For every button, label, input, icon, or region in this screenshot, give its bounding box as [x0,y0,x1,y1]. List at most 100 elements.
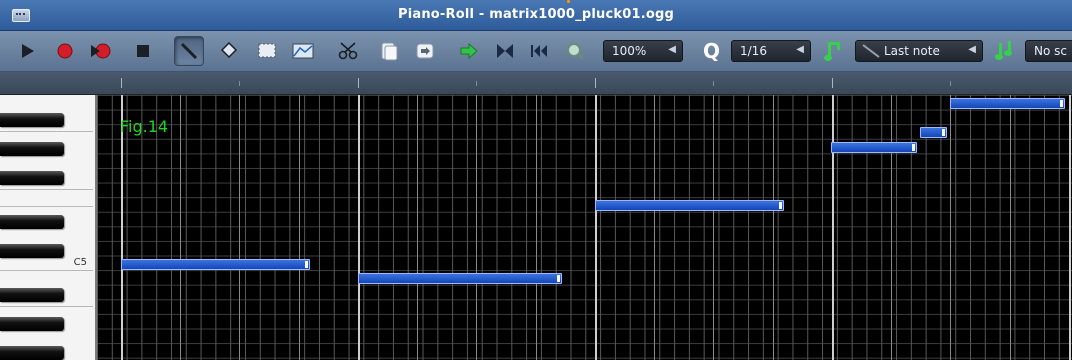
beat-line [536,95,537,360]
ruler-tick [595,78,596,88]
pencil-small-icon [862,44,880,58]
quantize-select[interactable]: 1/16 ◀ [731,40,811,62]
stop-icon [137,45,149,57]
midi-note[interactable] [831,141,918,153]
rewind-button[interactable] [524,36,554,66]
record-while-playing-icon [91,43,111,59]
scale-button[interactable] [990,36,1020,66]
record-button[interactable] [50,36,80,66]
black-key[interactable] [0,346,64,360]
copy-button[interactable] [374,36,404,66]
ruler-tick [713,81,714,86]
cut-button[interactable] [334,36,364,66]
quantize-button[interactable]: Q [697,36,727,66]
copy-icon [381,42,398,61]
note-resize-handle[interactable] [305,260,309,268]
svg-text:Q: Q [703,40,720,62]
note-resize-handle[interactable] [912,143,916,151]
black-key[interactable] [0,113,64,127]
paste-button[interactable] [410,36,440,66]
note-resize-handle[interactable] [556,275,560,283]
bar-line [832,95,834,360]
black-key[interactable] [0,288,64,302]
beat-line [239,95,240,360]
note-grid[interactable]: Fig.14 [97,95,1072,360]
play-icon [22,44,34,58]
play-button[interactable] [12,36,42,66]
beat-line [299,95,300,360]
midi-note[interactable] [949,98,1066,109]
chevron-left-icon: ◀ [796,44,804,55]
zoom-button[interactable] [560,36,590,66]
pencil-icon [180,42,198,60]
scissors-icon [338,42,358,60]
scale-value: No sc [1034,44,1067,58]
beat-line [950,95,951,360]
record-step-button[interactable] [490,36,520,66]
record-icon [57,43,73,59]
bar-line [595,95,597,360]
black-key[interactable] [0,171,64,185]
detune-mode-button[interactable] [288,36,318,66]
chevron-left-icon: ◀ [668,44,676,55]
midi-note[interactable] [357,273,562,285]
draw-mode-button[interactable] [174,36,204,66]
black-key[interactable] [0,317,64,331]
midi-note[interactable] [594,200,784,212]
midi-note[interactable] [121,258,311,270]
black-key[interactable] [0,142,64,156]
note-resize-handle[interactable] [941,129,945,137]
eraser-icon [220,41,238,59]
beat-line [417,95,418,360]
window-title: Piano-Roll - matrix1000_pluck01.ogg [397,7,675,22]
beat-line [773,95,774,360]
note-resize-handle[interactable] [1060,100,1064,107]
midi-note[interactable] [920,127,947,139]
play-forward-button[interactable] [454,36,484,66]
paste-icon [416,43,434,59]
ruler-tick [832,78,833,88]
black-key[interactable] [0,244,64,258]
white-key-divider [0,306,93,307]
ruler-tick [239,81,240,86]
beat-line [1010,95,1011,360]
automation-curve-icon [292,43,314,59]
zoom-select[interactable]: 100% ◀ [603,40,683,62]
beat-line [654,95,655,360]
bar-line [1069,95,1071,360]
beat-line [476,95,477,360]
erase-mode-button[interactable] [214,36,244,66]
piano-keyboard[interactable]: C5 [0,95,97,360]
green-arrow-icon [460,42,478,60]
figure-annotation: Fig.14 [120,117,169,136]
c5-key-label: C5 [73,257,87,268]
stop-button[interactable] [128,36,158,66]
piano-roll-toolbar: 100% ◀ Q 1/16 ◀ Last note ◀ No sc [0,31,1072,72]
black-key[interactable] [0,215,64,229]
quantize-value: 1/16 [740,44,767,58]
beat-line [891,95,892,360]
white-key-divider [0,270,93,271]
ruler-tick [476,81,477,86]
beat-line [180,95,181,360]
select-mode-button[interactable] [252,36,282,66]
scale-select[interactable]: No sc [1025,40,1072,62]
quantize-q-icon: Q [703,40,720,62]
chevron-left-icon: ◀ [968,44,976,55]
bowtie-icon [497,44,513,58]
bar-line [358,95,360,360]
select-rectangle-icon [258,43,276,58]
note-length-value: Last note [884,44,940,58]
note-length-button[interactable] [818,36,848,66]
note-length-select[interactable]: Last note ◀ [855,40,983,62]
note-resize-handle[interactable] [778,202,782,210]
record-while-playing-button[interactable] [86,36,116,66]
white-key-divider [0,189,93,190]
white-key-divider [0,131,93,132]
green-note-icon [824,42,840,61]
ruler-tick [950,81,951,86]
ruler-tick [121,78,122,88]
timeline-ruler[interactable] [0,72,1072,95]
green-notes-icon [995,41,1012,60]
magnifier-icon [567,43,585,61]
